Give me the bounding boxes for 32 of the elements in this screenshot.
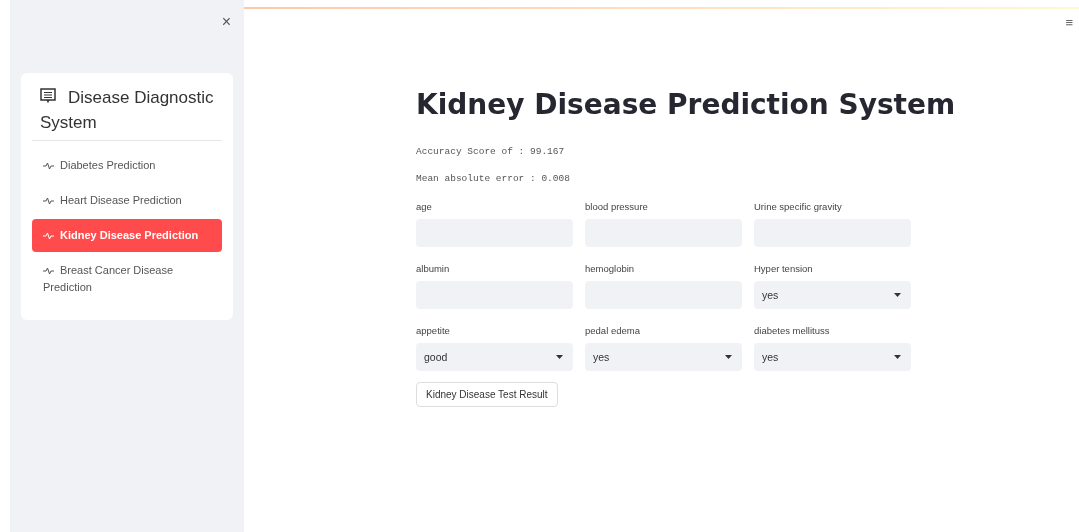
field-label: hemoglobin (585, 262, 636, 276)
pulse-icon (43, 162, 54, 171)
field-label: pedal edema (585, 324, 641, 338)
nav-item[interactable]: Breast Cancer Disease Prediction (32, 254, 222, 304)
pulse-icon (43, 267, 54, 276)
select-field[interactable]: yes (585, 343, 742, 371)
field-label: blood pressure (585, 200, 649, 214)
pulse-icon (43, 232, 54, 241)
dropdown-caret-icon (556, 355, 563, 359)
field-label: age (416, 200, 433, 214)
nav-item[interactable]: Diabetes Prediction (32, 149, 222, 182)
submit-button[interactable]: Kidney Disease Test Result (416, 382, 558, 407)
dropdown-caret-icon (725, 355, 732, 359)
pulse-icon (43, 197, 54, 206)
field-label: Urine specific gravity (754, 200, 843, 214)
menu-icon[interactable]: ≡ (1065, 15, 1073, 30)
nav-item[interactable]: Heart Disease Prediction (32, 184, 222, 217)
document-icon (40, 88, 56, 104)
select-field[interactable]: yes (754, 343, 911, 371)
select-field[interactable]: yes (754, 281, 911, 309)
dropdown-caret-icon (894, 293, 901, 297)
sidebar-title: Disease Diagnostic System (32, 85, 222, 141)
metric-text: Accuracy Score of : 99.167 (416, 146, 566, 158)
field-label: appetite (416, 324, 451, 338)
field-label: diabetes mellituss (754, 324, 831, 338)
close-button[interactable]: × (221, 12, 231, 32)
page-title: Kidney Disease Prediction System (416, 88, 957, 122)
metric-text: Mean absolute error : 0.008 (416, 173, 571, 185)
field-label: albumin (416, 262, 451, 276)
field-label: Hyper tension (754, 262, 814, 276)
dropdown-caret-icon (894, 355, 901, 359)
select-field[interactable]: good (416, 343, 573, 371)
